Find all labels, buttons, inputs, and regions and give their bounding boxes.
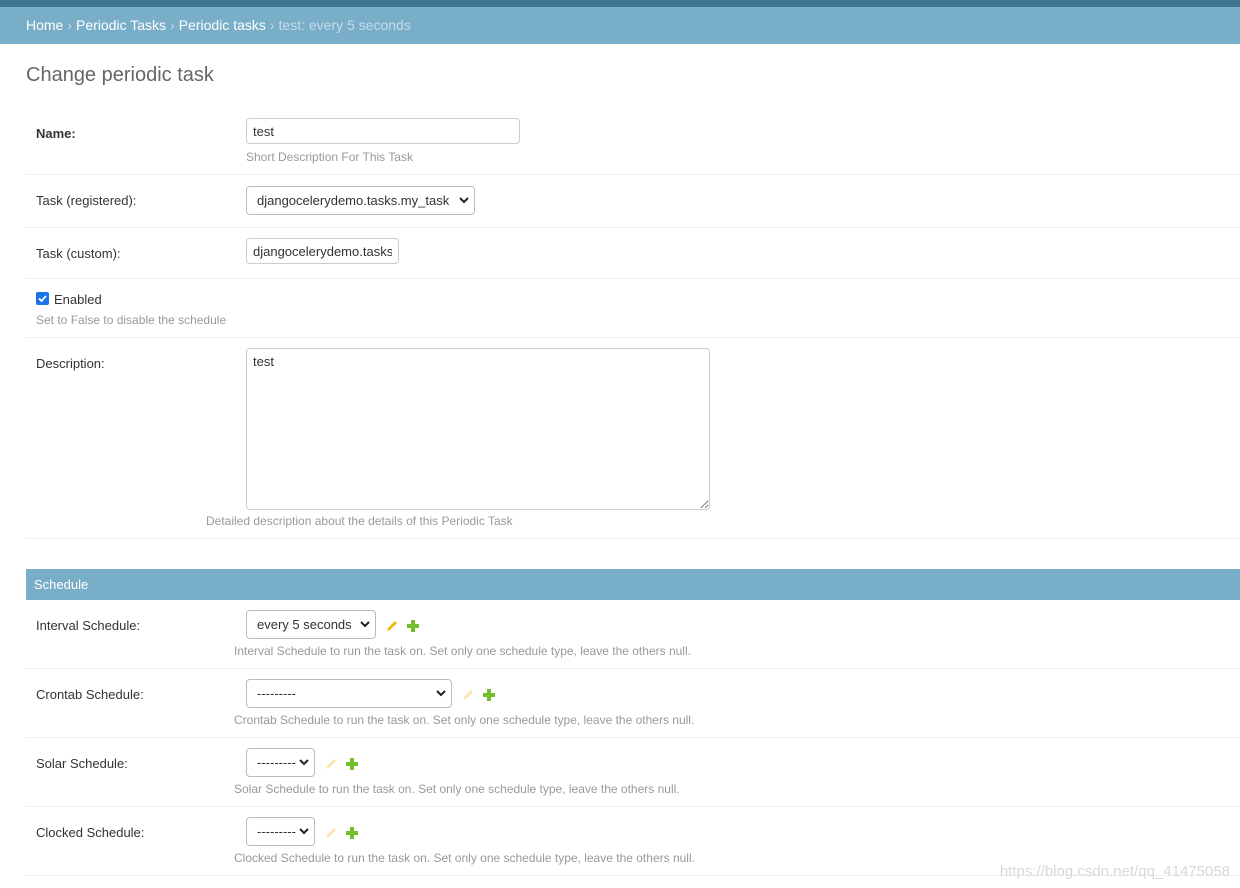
task-registered-select[interactable]: djangocelerydemo.tasks.my_task [246, 186, 475, 215]
breadcrumb-model-link[interactable]: Periodic tasks [179, 17, 266, 33]
name-label: Name: [36, 126, 76, 141]
description-help: Detailed description about the details o… [206, 514, 513, 528]
solar-schedule-help: Solar Schedule to run the task on. Set o… [234, 782, 680, 796]
crontab-schedule-label: Crontab Schedule: [36, 687, 144, 702]
chevron-down-icon [299, 759, 309, 766]
solar-schedule-label: Solar Schedule: [36, 756, 128, 771]
plus-icon[interactable] [345, 826, 359, 840]
chevron-down-icon [360, 621, 370, 628]
enabled-label: Enabled [54, 292, 102, 307]
plus-icon[interactable] [482, 688, 496, 702]
header-bar [0, 0, 1240, 7]
pencil-icon[interactable] [324, 757, 338, 771]
clocked-schedule-select[interactable]: --------- [246, 817, 315, 846]
breadcrumb-separator: › [170, 17, 175, 33]
form-row-name: Name: Short Description For This Task [26, 108, 1240, 175]
enabled-checkbox[interactable] [36, 292, 49, 305]
breadcrumb-current: test: every 5 seconds [278, 17, 411, 33]
name-help: Short Description For This Task [246, 150, 413, 164]
chevron-down-icon [299, 828, 309, 835]
chevron-down-icon [459, 197, 469, 204]
task-custom-input[interactable] [246, 238, 399, 264]
schedule-fieldset: Interval Schedule: every 5 seconds Inter… [26, 600, 1240, 876]
crontab-schedule-select[interactable]: --------- [246, 679, 452, 708]
breadcrumb-home-link[interactable]: Home [26, 17, 63, 33]
clocked-schedule-label: Clocked Schedule: [36, 825, 145, 840]
interval-schedule-select[interactable]: every 5 seconds [246, 610, 376, 639]
plus-icon[interactable] [345, 757, 359, 771]
chevron-down-icon [436, 690, 446, 697]
pencil-icon[interactable] [385, 619, 399, 633]
pencil-icon[interactable] [324, 826, 338, 840]
schedule-section-header: Schedule [26, 569, 1240, 600]
form-row-task-custom: Task (custom): [26, 228, 1240, 279]
clocked-schedule-help: Clocked Schedule to run the task on. Set… [234, 851, 695, 865]
breadcrumb-separator: › [269, 17, 275, 33]
task-registered-value: djangocelerydemo.tasks.my_task [257, 193, 450, 208]
breadcrumb-separator: › [67, 17, 73, 33]
crontab-schedule-help: Crontab Schedule to run the task on. Set… [234, 713, 695, 727]
task-registered-label: Task (registered): [36, 193, 137, 208]
solar-schedule-value: --------- [257, 755, 296, 770]
breadcrumb: Home › Periodic Tasks › Periodic tasks › test:… [0, 7, 1240, 44]
task-custom-label: Task (custom): [36, 246, 121, 261]
form-row-solar-schedule: Solar Schedule: --------- Solar Schedule… [26, 738, 1240, 807]
solar-schedule-select[interactable]: --------- [246, 748, 315, 777]
interval-schedule-value: every 5 seconds [257, 617, 352, 632]
crontab-schedule-value: --------- [257, 686, 296, 701]
enabled-help: Set to False to disable the schedule [36, 313, 227, 327]
form-row-interval-schedule: Interval Schedule: every 5 seconds Inter… [26, 600, 1240, 669]
plus-icon[interactable] [406, 619, 420, 633]
interval-schedule-help: Interval Schedule to run the task on. Se… [234, 644, 691, 658]
form-row-task-registered: Task (registered): djangocelerydemo.task… [26, 175, 1240, 228]
interval-schedule-label: Interval Schedule: [36, 618, 141, 633]
description-textarea[interactable]: test [246, 348, 710, 510]
watermark: https://blog.csdn.net/qq_41475058 [999, 863, 1230, 880]
form-row-enabled: Enabled Set to False to disable the sche… [26, 279, 1240, 338]
check-icon [38, 295, 47, 303]
pencil-icon[interactable] [461, 688, 475, 702]
breadcrumb-app-link[interactable]: Periodic Tasks [76, 17, 166, 33]
description-label: Description: [36, 356, 105, 371]
clocked-schedule-value: --------- [257, 824, 296, 839]
page-title: Change periodic task [26, 64, 214, 86]
form-row-crontab-schedule: Crontab Schedule: --------- Crontab Sche… [26, 669, 1240, 738]
form-row-description: Description: test Detailed description a… [26, 338, 1240, 539]
name-input[interactable] [246, 118, 520, 144]
change-form: Name: Short Description For This Task Ta… [26, 108, 1240, 539]
